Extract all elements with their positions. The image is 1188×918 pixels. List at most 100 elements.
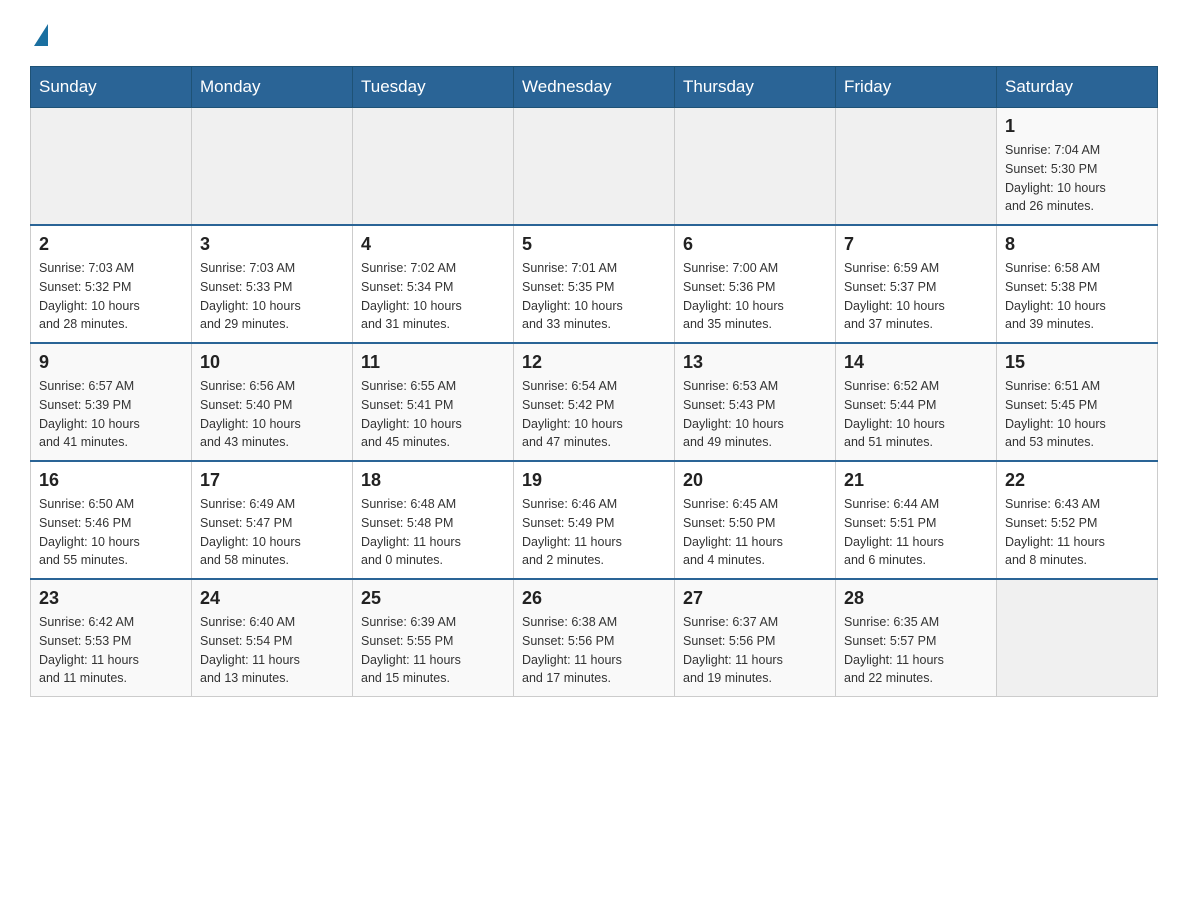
- day-number: 2: [39, 234, 183, 255]
- calendar-day-cell: 2 Sunrise: 7:03 AM Sunset: 5:32 PM Daylig…: [31, 225, 192, 343]
- day-info: Sunrise: 7:01 AM Sunset: 5:35 PM Dayligh…: [522, 259, 666, 334]
- calendar-day-cell: 18 Sunrise: 6:48 AM Sunset: 5:48 PM Dayli…: [353, 461, 514, 579]
- calendar-day-cell: [31, 108, 192, 226]
- calendar-day-cell: 4 Sunrise: 7:02 AM Sunset: 5:34 PM Daylig…: [353, 225, 514, 343]
- calendar-day-cell: 20 Sunrise: 6:45 AM Sunset: 5:50 PM Dayli…: [675, 461, 836, 579]
- day-info: Sunrise: 6:37 AM Sunset: 5:56 PM Dayligh…: [683, 613, 827, 688]
- day-number: 23: [39, 588, 183, 609]
- calendar-day-cell: 3 Sunrise: 7:03 AM Sunset: 5:33 PM Daylig…: [192, 225, 353, 343]
- day-info: Sunrise: 6:54 AM Sunset: 5:42 PM Dayligh…: [522, 377, 666, 452]
- day-number: 3: [200, 234, 344, 255]
- calendar-week-row: 16 Sunrise: 6:50 AM Sunset: 5:46 PM Dayli…: [31, 461, 1158, 579]
- day-info: Sunrise: 7:02 AM Sunset: 5:34 PM Dayligh…: [361, 259, 505, 334]
- calendar-week-row: 23 Sunrise: 6:42 AM Sunset: 5:53 PM Dayli…: [31, 579, 1158, 697]
- day-number: 15: [1005, 352, 1149, 373]
- calendar-day-cell: 8Sunrise: 6:58 AM Sunset: 5:38 PM Daylig…: [997, 225, 1158, 343]
- day-info: Sunrise: 6:49 AM Sunset: 5:47 PM Dayligh…: [200, 495, 344, 570]
- day-info: Sunrise: 6:46 AM Sunset: 5:49 PM Dayligh…: [522, 495, 666, 570]
- calendar-header-row: SundayMondayTuesdayWednesdayThursdayFrid…: [31, 67, 1158, 108]
- calendar-day-cell: 12Sunrise: 6:54 AM Sunset: 5:42 PM Dayli…: [514, 343, 675, 461]
- calendar-day-cell: 15 Sunrise: 6:51 AM Sunset: 5:45 PM Dayli…: [997, 343, 1158, 461]
- day-info: Sunrise: 6:50 AM Sunset: 5:46 PM Dayligh…: [39, 495, 183, 570]
- calendar-week-row: 2 Sunrise: 7:03 AM Sunset: 5:32 PM Daylig…: [31, 225, 1158, 343]
- weekday-header-thursday: Thursday: [675, 67, 836, 108]
- calendar-day-cell: 19 Sunrise: 6:46 AM Sunset: 5:49 PM Dayli…: [514, 461, 675, 579]
- calendar-day-cell: 11 Sunrise: 6:55 AM Sunset: 5:41 PM Dayli…: [353, 343, 514, 461]
- calendar-day-cell: 5 Sunrise: 7:01 AM Sunset: 5:35 PM Daylig…: [514, 225, 675, 343]
- day-number: 6: [683, 234, 827, 255]
- day-info: Sunrise: 6:52 AM Sunset: 5:44 PM Dayligh…: [844, 377, 988, 452]
- logo-triangle-icon: [34, 24, 48, 46]
- calendar-day-cell: [675, 108, 836, 226]
- calendar-day-cell: [836, 108, 997, 226]
- day-number: 17: [200, 470, 344, 491]
- day-number: 7: [844, 234, 988, 255]
- day-number: 4: [361, 234, 505, 255]
- day-number: 28: [844, 588, 988, 609]
- calendar-day-cell: 14 Sunrise: 6:52 AM Sunset: 5:44 PM Dayli…: [836, 343, 997, 461]
- day-info: Sunrise: 6:45 AM Sunset: 5:50 PM Dayligh…: [683, 495, 827, 570]
- day-info: Sunrise: 6:57 AM Sunset: 5:39 PM Dayligh…: [39, 377, 183, 452]
- weekday-header-saturday: Saturday: [997, 67, 1158, 108]
- calendar-table: SundayMondayTuesdayWednesdayThursdayFrid…: [30, 66, 1158, 697]
- calendar-day-cell: 26Sunrise: 6:38 AM Sunset: 5:56 PM Dayli…: [514, 579, 675, 697]
- day-info: Sunrise: 6:43 AM Sunset: 5:52 PM Dayligh…: [1005, 495, 1149, 570]
- day-number: 25: [361, 588, 505, 609]
- calendar-day-cell: 21 Sunrise: 6:44 AM Sunset: 5:51 PM Dayli…: [836, 461, 997, 579]
- day-info: Sunrise: 6:44 AM Sunset: 5:51 PM Dayligh…: [844, 495, 988, 570]
- calendar-day-cell: 13 Sunrise: 6:53 AM Sunset: 5:43 PM Dayli…: [675, 343, 836, 461]
- day-info: Sunrise: 7:00 AM Sunset: 5:36 PM Dayligh…: [683, 259, 827, 334]
- day-info: Sunrise: 6:42 AM Sunset: 5:53 PM Dayligh…: [39, 613, 183, 688]
- weekday-header-wednesday: Wednesday: [514, 67, 675, 108]
- day-number: 24: [200, 588, 344, 609]
- calendar-day-cell: 28 Sunrise: 6:35 AM Sunset: 5:57 PM Dayli…: [836, 579, 997, 697]
- weekday-header-friday: Friday: [836, 67, 997, 108]
- day-info: Sunrise: 6:53 AM Sunset: 5:43 PM Dayligh…: [683, 377, 827, 452]
- day-number: 18: [361, 470, 505, 491]
- day-info: Sunrise: 6:39 AM Sunset: 5:55 PM Dayligh…: [361, 613, 505, 688]
- day-number: 9: [39, 352, 183, 373]
- day-number: 22: [1005, 470, 1149, 491]
- day-number: 16: [39, 470, 183, 491]
- day-info: Sunrise: 6:48 AM Sunset: 5:48 PM Dayligh…: [361, 495, 505, 570]
- day-info: Sunrise: 6:35 AM Sunset: 5:57 PM Dayligh…: [844, 613, 988, 688]
- weekday-header-tuesday: Tuesday: [353, 67, 514, 108]
- calendar-day-cell: [353, 108, 514, 226]
- calendar-day-cell: 1 Sunrise: 7:04 AM Sunset: 5:30 PM Daylig…: [997, 108, 1158, 226]
- day-number: 13: [683, 352, 827, 373]
- calendar-day-cell: 27 Sunrise: 6:37 AM Sunset: 5:56 PM Dayli…: [675, 579, 836, 697]
- day-info: Sunrise: 6:56 AM Sunset: 5:40 PM Dayligh…: [200, 377, 344, 452]
- day-number: 14: [844, 352, 988, 373]
- day-info: Sunrise: 6:38 AM Sunset: 5:56 PM Dayligh…: [522, 613, 666, 688]
- page-header: [30, 20, 1158, 46]
- day-number: 5: [522, 234, 666, 255]
- calendar-day-cell: 22 Sunrise: 6:43 AM Sunset: 5:52 PM Dayli…: [997, 461, 1158, 579]
- calendar-day-cell: [192, 108, 353, 226]
- calendar-day-cell: 24 Sunrise: 6:40 AM Sunset: 5:54 PM Dayli…: [192, 579, 353, 697]
- calendar-week-row: 9 Sunrise: 6:57 AM Sunset: 5:39 PM Daylig…: [31, 343, 1158, 461]
- day-number: 1: [1005, 116, 1149, 137]
- day-info: Sunrise: 6:55 AM Sunset: 5:41 PM Dayligh…: [361, 377, 505, 452]
- day-number: 19: [522, 470, 666, 491]
- calendar-day-cell: [514, 108, 675, 226]
- day-info: Sunrise: 7:03 AM Sunset: 5:32 PM Dayligh…: [39, 259, 183, 334]
- calendar-day-cell: 17 Sunrise: 6:49 AM Sunset: 5:47 PM Dayli…: [192, 461, 353, 579]
- calendar-day-cell: 23 Sunrise: 6:42 AM Sunset: 5:53 PM Dayli…: [31, 579, 192, 697]
- weekday-header-monday: Monday: [192, 67, 353, 108]
- day-info: Sunrise: 6:51 AM Sunset: 5:45 PM Dayligh…: [1005, 377, 1149, 452]
- calendar-day-cell: 9 Sunrise: 6:57 AM Sunset: 5:39 PM Daylig…: [31, 343, 192, 461]
- weekday-header-sunday: Sunday: [31, 67, 192, 108]
- calendar-day-cell: 6 Sunrise: 7:00 AM Sunset: 5:36 PM Daylig…: [675, 225, 836, 343]
- day-info: Sunrise: 7:03 AM Sunset: 5:33 PM Dayligh…: [200, 259, 344, 334]
- day-number: 21: [844, 470, 988, 491]
- day-info: Sunrise: 7:04 AM Sunset: 5:30 PM Dayligh…: [1005, 141, 1149, 216]
- day-number: 20: [683, 470, 827, 491]
- day-info: Sunrise: 6:58 AM Sunset: 5:38 PM Dayligh…: [1005, 259, 1149, 334]
- day-info: Sunrise: 6:59 AM Sunset: 5:37 PM Dayligh…: [844, 259, 988, 334]
- calendar-day-cell: 7 Sunrise: 6:59 AM Sunset: 5:37 PM Daylig…: [836, 225, 997, 343]
- calendar-day-cell: [997, 579, 1158, 697]
- logo: [30, 20, 48, 46]
- day-number: 11: [361, 352, 505, 373]
- day-info: Sunrise: 6:40 AM Sunset: 5:54 PM Dayligh…: [200, 613, 344, 688]
- day-number: 27: [683, 588, 827, 609]
